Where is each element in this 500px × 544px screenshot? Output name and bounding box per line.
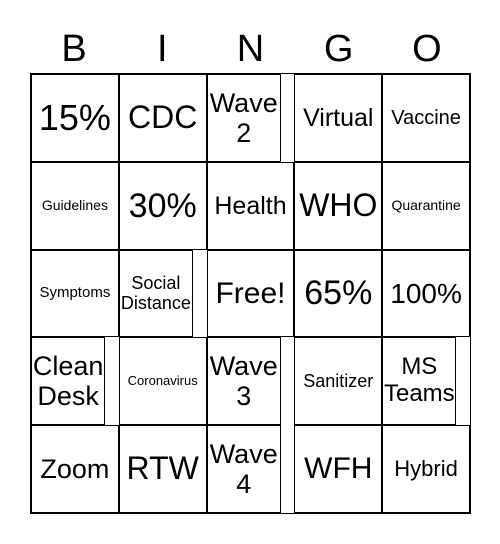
bingo-cell[interactable]: WHO — [294, 161, 383, 250]
bingo-cell[interactable]: 30% — [118, 161, 207, 250]
bingo-cell[interactable]: Wave 2 — [206, 74, 281, 162]
bingo-cell[interactable]: RTW — [118, 425, 207, 513]
header-letter-o: O — [412, 28, 442, 70]
bingo-cell[interactable]: Quarantine — [382, 161, 470, 250]
bingo-cell[interactable]: Guidelines — [31, 161, 119, 250]
bingo-cell[interactable]: Wave 4 — [206, 425, 281, 513]
bingo-cell[interactable]: 65% — [294, 249, 383, 338]
bingo-cell[interactable]: Social Distance — [118, 249, 194, 338]
bingo-cell[interactable]: Clean Desk — [31, 337, 106, 426]
bingo-cell[interactable]: Symptoms — [31, 249, 119, 338]
bingo-cell[interactable]: Sanitizer — [294, 337, 383, 426]
header-letter-i: I — [157, 28, 168, 70]
bingo-grid: 15% CDC Wave 2 Virtual Vaccine Guidelines 30% H… — [30, 73, 471, 514]
bingo-cell[interactable]: Zoom — [31, 425, 119, 513]
bingo-cell[interactable]: Vaccine — [382, 74, 470, 162]
bingo-cell[interactable]: 15% — [31, 74, 119, 162]
bingo-cell[interactable]: Virtual — [294, 74, 383, 162]
bingo-cell[interactable]: Free! — [206, 249, 295, 338]
header-letter-g: G — [323, 28, 354, 70]
bingo-cell[interactable]: CDC — [118, 74, 207, 162]
bingo-cell[interactable]: Health — [206, 161, 295, 250]
bingo-header: B I N G O — [30, 26, 471, 72]
bingo-cell[interactable]: MS Teams — [382, 337, 457, 426]
bingo-cell[interactable]: Wave 3 — [206, 337, 281, 426]
header-letter-b: B — [61, 28, 87, 70]
bingo-cell[interactable]: Hybrid — [382, 425, 470, 513]
bingo-cell[interactable]: 100% — [382, 249, 470, 338]
bingo-cell[interactable]: WFH — [294, 425, 383, 513]
bingo-cell[interactable]: Coronavirus — [118, 337, 207, 426]
header-letter-n: N — [236, 28, 265, 70]
